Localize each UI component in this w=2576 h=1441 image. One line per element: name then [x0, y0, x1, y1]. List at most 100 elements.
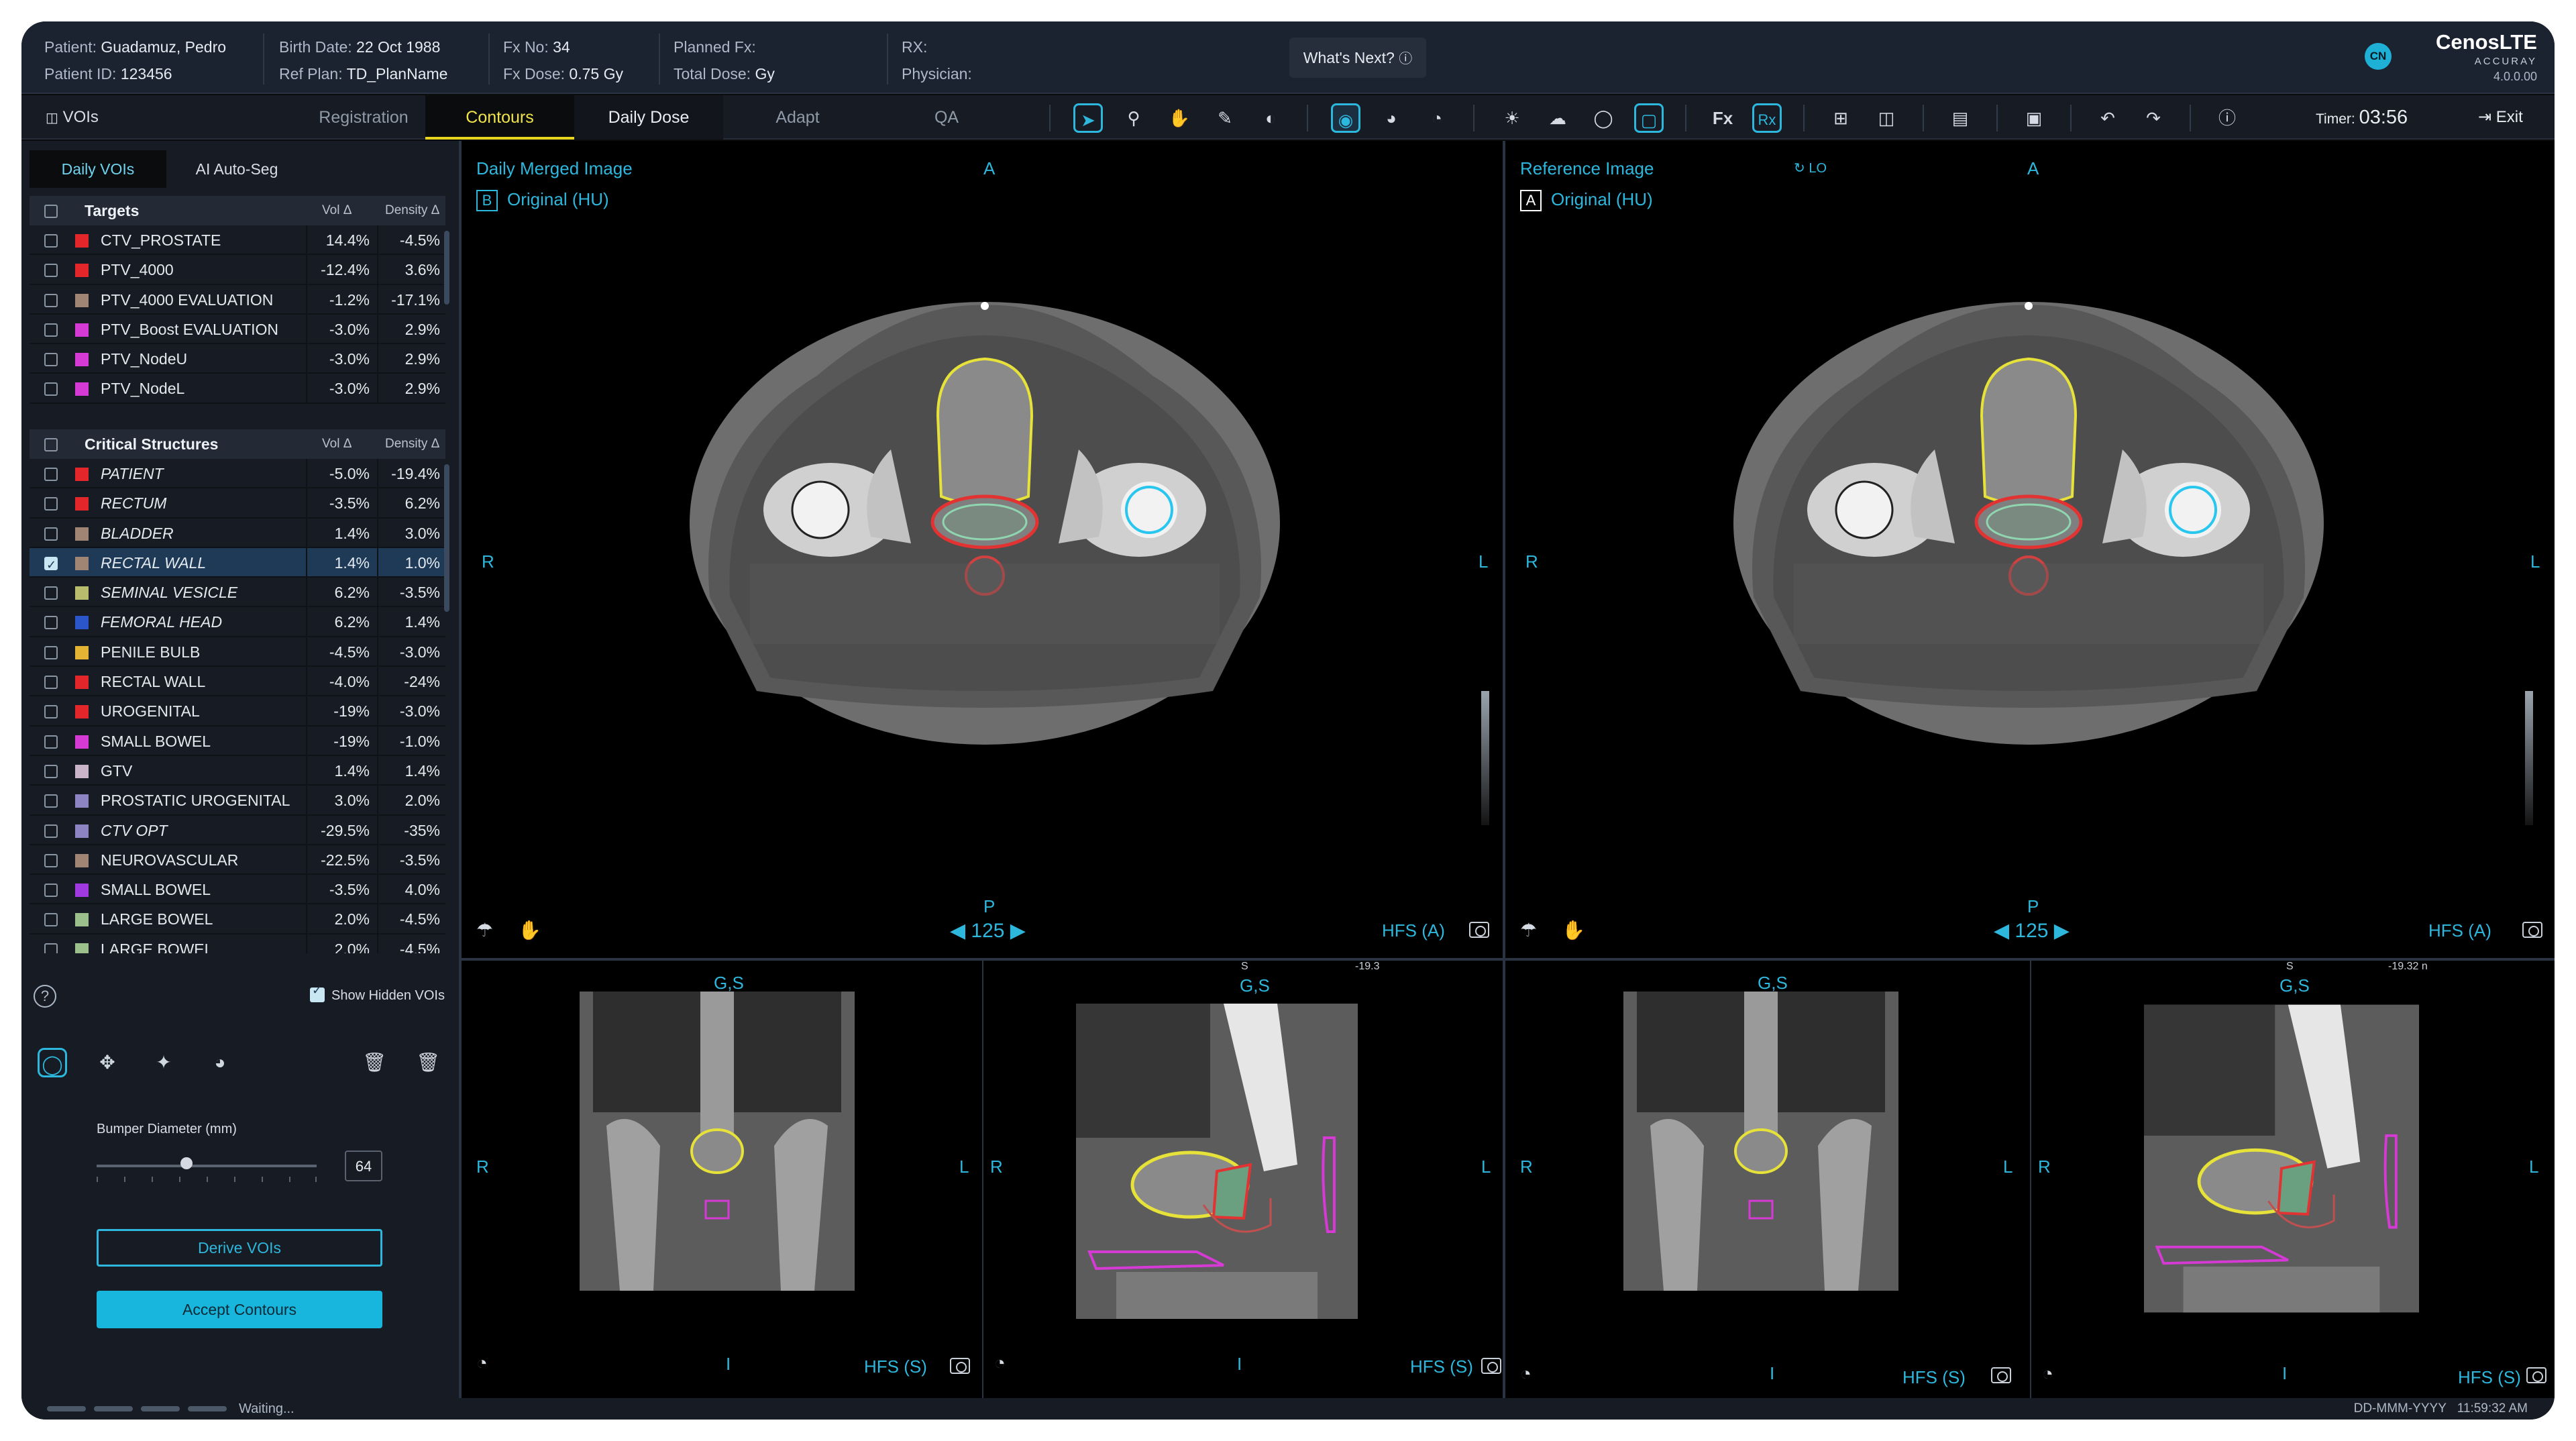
camera-icon[interactable]	[950, 1358, 970, 1374]
pan-icon[interactable]: ✋	[1562, 919, 1590, 941]
voi-visibility-checkbox[interactable]	[44, 323, 58, 337]
voi-color-swatch[interactable]	[75, 293, 89, 307]
series-selector[interactable]: A Original (HU)	[1520, 189, 1653, 211]
voi-visibility-checkbox[interactable]	[44, 676, 58, 690]
move-points-icon[interactable]: ✦	[149, 1048, 178, 1077]
voi-visibility-checkbox[interactable]	[44, 497, 58, 511]
tab-registration[interactable]: Registration	[290, 95, 437, 140]
voi-color-swatch[interactable]	[75, 616, 89, 630]
brush-icon[interactable]: ◕	[205, 1048, 235, 1077]
voi-color-swatch[interactable]	[75, 853, 89, 867]
viewport-daily-coronal[interactable]: G,S R L ◔ I HFS (S)	[462, 961, 982, 1398]
head-view-icon[interactable]: ◔	[476, 1352, 504, 1373]
head-view-icon[interactable]: ◔	[1520, 1363, 1548, 1384]
bumper-diameter-input[interactable]: 64	[345, 1151, 382, 1181]
voi-visibility-checkbox[interactable]	[44, 468, 58, 481]
voi-visibility-checkbox[interactable]	[44, 382, 58, 396]
rx-button[interactable]: Rx	[1752, 103, 1782, 133]
organ-view-icon[interactable]: ☂	[1520, 919, 1548, 941]
voi-row[interactable]: PTV_NodeU -3.0% 2.9%	[30, 344, 445, 374]
redo-icon[interactable]: ↷	[2139, 103, 2168, 133]
move-icon[interactable]: ✥	[93, 1048, 122, 1077]
voi-visibility-checkbox[interactable]	[44, 353, 58, 367]
voi-row[interactable]: PATIENT -5.0% -19.4%	[30, 459, 445, 489]
bumper-tool-icon[interactable]: ◯	[38, 1048, 67, 1077]
show-hidden-vois-checkbox[interactable]: Show Hidden VOIs	[310, 983, 445, 1004]
voi-row[interactable]: FEMORAL HEAD 6.2% 1.4%	[30, 607, 445, 637]
voi-color-swatch[interactable]	[75, 943, 89, 953]
voi-visibility-checkbox[interactable]	[44, 943, 58, 953]
tab-ai-auto-seg[interactable]: AI Auto-Seg	[166, 150, 307, 188]
voi-visibility-checkbox[interactable]	[44, 264, 58, 278]
viewport-daily-sagittal[interactable]: S -19.3 G,S R L ◔ I HFS (S)	[983, 961, 1503, 1398]
voi-color-swatch[interactable]	[75, 382, 89, 396]
voi-row[interactable]: RECTAL WALL 1.4% 1.0%	[30, 547, 445, 580]
voi-row[interactable]: LARGE BOWEL 2.0% -4.5%	[30, 904, 445, 935]
exit-button[interactable]: ⇥ Exit	[2478, 95, 2523, 140]
targets-select-all[interactable]	[44, 205, 58, 218]
ruler-icon[interactable]: ✎	[1210, 103, 1240, 133]
voi-row[interactable]: LARGE BOWEL 2.0% -4.5%	[30, 934, 445, 953]
voi-row[interactable]: RECTUM -3.5% 6.2%	[30, 488, 445, 519]
voi-color-swatch[interactable]	[75, 468, 89, 481]
pointer-icon[interactable]: ➤	[1073, 103, 1103, 133]
voi-color-swatch[interactable]	[75, 735, 89, 749]
voi-color-swatch[interactable]	[75, 676, 89, 690]
voi-visibility-checkbox[interactable]	[44, 884, 58, 898]
voi-color-swatch[interactable]	[75, 764, 89, 778]
voi-row[interactable]: UROGENITAL -19% -3.0%	[30, 696, 445, 727]
voi-row[interactable]: RECTAL WALL -4.0% -24%	[30, 667, 445, 697]
voi-color-swatch[interactable]	[75, 913, 89, 927]
voi-color-swatch[interactable]	[75, 824, 89, 838]
voi-color-swatch[interactable]	[75, 586, 89, 600]
voi-row[interactable]: CTV_PROSTATE 14.4% -4.5%	[30, 225, 445, 256]
slice-navigator[interactable]: ◀ 125 ▶	[1994, 919, 2070, 943]
tab-contours[interactable]: Contours	[425, 95, 574, 140]
scrollbar[interactable]	[444, 231, 449, 305]
window-level-bar[interactable]	[1481, 691, 1489, 825]
voi-visibility-checkbox[interactable]	[44, 234, 58, 248]
voi-visibility-checkbox[interactable]	[44, 735, 58, 749]
tab-daily-vois[interactable]: Daily VOIs	[30, 150, 166, 188]
head-right-icon[interactable]: ◔	[1422, 103, 1452, 133]
voi-visibility-checkbox[interactable]	[44, 586, 58, 600]
viewport-reference-coronal[interactable]: G,S R L ◔ I HFS (S)	[1505, 961, 2030, 1398]
voi-visibility-checkbox[interactable]	[44, 913, 58, 927]
pan-icon[interactable]: ✋	[1165, 103, 1194, 133]
voi-color-swatch[interactable]	[75, 705, 89, 719]
voi-row[interactable]: PTV_4000 -12.4% 3.6%	[30, 255, 445, 285]
slice-navigator[interactable]: ◀ 125 ▶	[950, 919, 1026, 943]
voi-row[interactable]: PTV_NodeL -3.0% 2.9%	[30, 374, 445, 404]
organ-icon-4[interactable]: ▢	[1634, 103, 1664, 133]
avatar[interactable]: CN	[2365, 43, 2392, 70]
voi-row[interactable]: SMALL BOWEL -3.5% 4.0%	[30, 875, 445, 905]
bumper-slider-handle[interactable]	[180, 1157, 193, 1169]
voi-color-swatch[interactable]	[75, 497, 89, 511]
voi-row[interactable]: SMALL BOWEL -19% -1.0%	[30, 726, 445, 756]
voi-visibility-checkbox[interactable]	[44, 824, 58, 838]
voi-color-swatch[interactable]	[75, 323, 89, 337]
camera-icon[interactable]	[1481, 1358, 1501, 1374]
voi-color-swatch[interactable]	[75, 527, 89, 541]
help-icon[interactable]: ?	[34, 985, 56, 1008]
help-icon[interactable]: ⓘ	[2212, 103, 2242, 133]
voi-color-swatch[interactable]	[75, 645, 89, 659]
voi-visibility-checkbox[interactable]	[44, 853, 58, 867]
voi-row[interactable]: SEMINAL VESICLE 6.2% -3.5%	[30, 578, 445, 608]
viewport-daily-axial[interactable]: Daily Merged Image B Original (HU) A R L …	[462, 141, 1503, 958]
voi-row[interactable]: PROSTATIC UROGENITAL 3.0% 2.0%	[30, 786, 445, 816]
critical-select-all[interactable]	[44, 438, 58, 451]
organ-icon-3[interactable]: ◯	[1589, 103, 1618, 133]
head-view-icon[interactable]: ◔	[994, 1352, 1022, 1373]
tab-qa[interactable]: QA	[872, 95, 1021, 140]
camera-icon[interactable]	[2522, 922, 2542, 938]
camera-icon[interactable]	[1469, 922, 1489, 938]
voi-color-swatch[interactable]	[75, 234, 89, 248]
voi-row[interactable]: NEUROVASCULAR -22.5% -3.5%	[30, 845, 445, 875]
delete-all-icon[interactable]: 🗑	[413, 1048, 443, 1077]
viewport-reference-sagittal[interactable]: S -19.32 n G,S R L ◔ I HFS (S)	[2031, 961, 2555, 1398]
window-level-icon[interactable]: ◐	[1256, 103, 1285, 133]
tab-adapt[interactable]: Adapt	[723, 95, 872, 140]
layout-icon-2[interactable]: ◫	[1872, 103, 1901, 133]
voi-row[interactable]: PTV_4000 EVALUATION -1.2% -17.1%	[30, 284, 445, 315]
